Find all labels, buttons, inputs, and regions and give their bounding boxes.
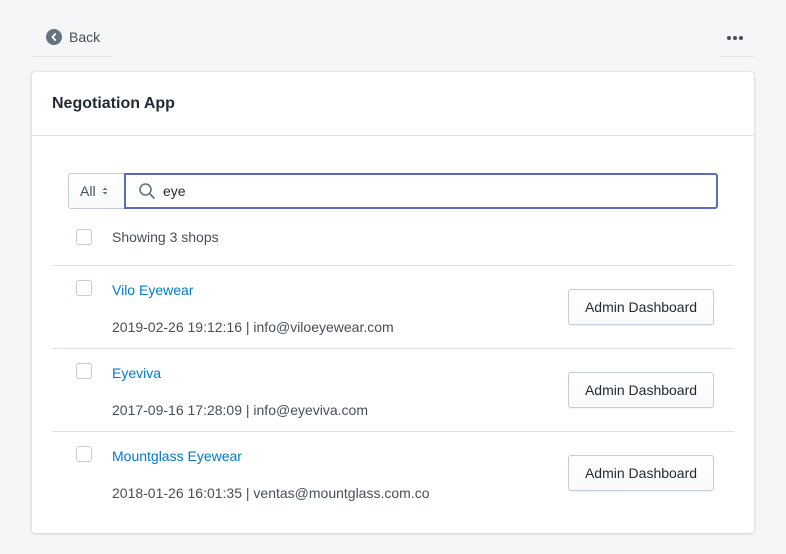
shop-checkbox[interactable] (76, 363, 92, 379)
shop-meta: 2019-02-26 19:12:16 | info@viloeyewear.c… (112, 319, 394, 335)
more-underline (720, 56, 754, 57)
filter-select-value: All (80, 183, 96, 199)
shops-card: Negotiation App All Showing 3 shops Vilo… (32, 72, 754, 533)
more-actions-button[interactable] (724, 28, 746, 48)
filter-select[interactable]: All (68, 173, 124, 209)
select-all-checkbox[interactable] (76, 229, 92, 245)
card-divider (32, 135, 754, 136)
search-input[interactable] (163, 183, 663, 199)
admin-dashboard-button[interactable]: Admin Dashboard (568, 289, 714, 325)
admin-dashboard-button[interactable]: Admin Dashboard (568, 455, 714, 491)
select-arrows-icon (102, 187, 108, 195)
shop-meta: 2017-09-16 17:28:09 | info@eyeviva.com (112, 402, 369, 418)
top-bar: Back (32, 18, 754, 58)
shop-meta: 2018-01-26 16:01:35 | ventas@mountglass.… (112, 485, 430, 501)
shop-checkbox[interactable] (76, 280, 92, 296)
shop-name-link[interactable]: Eyeviva (112, 365, 161, 381)
shop-checkbox[interactable] (76, 446, 92, 462)
back-label: Back (69, 29, 101, 45)
back-underline (32, 56, 112, 57)
search-box (124, 173, 718, 209)
results-summary: Showing 3 shops (112, 229, 219, 245)
row-divider (52, 265, 734, 266)
back-button[interactable]: Back (46, 29, 100, 45)
horizontal-dots-icon (727, 36, 743, 40)
shop-name-link[interactable]: Mountglass Eyewear (112, 448, 242, 464)
chevron-left-circle-icon (46, 29, 62, 45)
row-divider (52, 348, 734, 349)
card-title: Negotiation App (52, 95, 175, 112)
shop-name-link[interactable]: Vilo Eyewear (112, 282, 193, 298)
search-icon (139, 183, 155, 199)
row-divider (52, 431, 734, 432)
admin-dashboard-button[interactable]: Admin Dashboard (568, 372, 714, 408)
